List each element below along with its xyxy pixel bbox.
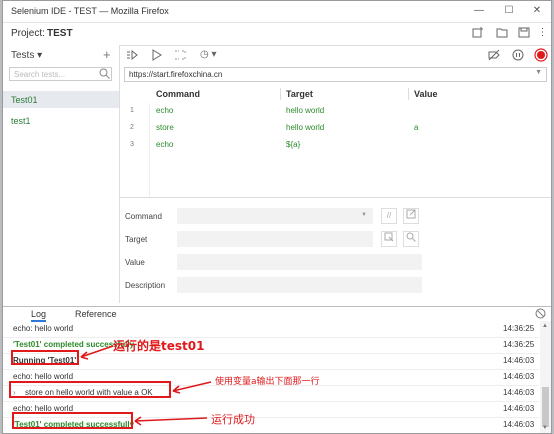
annotation-arrows [80,345,212,426]
firefox-window: Selenium IDE - TEST — Mozilla Firefox — … [2,0,552,434]
annotation-running-note: 运行的是test01 [113,339,205,353]
annotation-success-note: 运行成功 [211,413,255,426]
annotation-store-note: 使用变量a输出下面那一行 [215,377,320,387]
